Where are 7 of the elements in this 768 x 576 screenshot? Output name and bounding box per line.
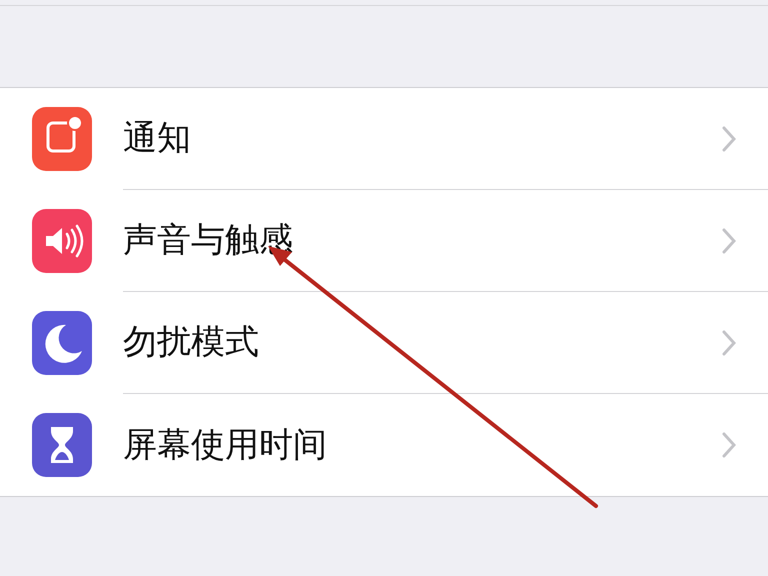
chevron-right-icon [722, 330, 736, 356]
chevron-right-icon [722, 126, 736, 152]
chevron-right-icon [722, 432, 736, 458]
setting-label[interactable]: 通知 [123, 113, 722, 164]
setting-label[interactable]: 屏幕使用时间 [123, 420, 722, 470]
chevron-right-icon [722, 228, 736, 254]
setting-label[interactable]: 勿扰模式 [123, 317, 722, 368]
